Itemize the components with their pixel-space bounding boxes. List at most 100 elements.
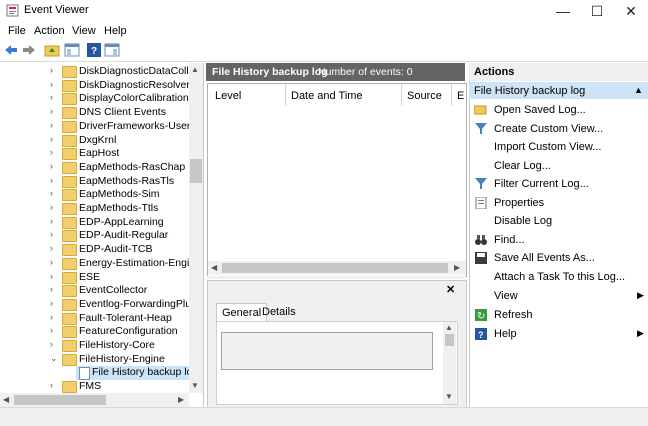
- scroll-right-icon[interactable]: ▶: [178, 395, 184, 404]
- chevron-right-icon[interactable]: ›: [50, 175, 53, 185]
- tree-horizontal-scrollbar[interactable]: ◀ ▶: [0, 393, 189, 407]
- minimize-button[interactable]: —: [546, 0, 580, 22]
- grid-horizontal-scrollbar[interactable]: ◀ ▶: [208, 261, 466, 275]
- chevron-right-icon[interactable]: ›: [50, 120, 53, 130]
- tree-vertical-scrollbar[interactable]: ▲ ▼: [189, 63, 203, 393]
- chevron-right-icon[interactable]: ›: [50, 339, 53, 349]
- actions-section-header[interactable]: File History backup log ▲: [469, 82, 648, 99]
- action-item[interactable]: ↻ Refresh: [469, 306, 648, 324]
- column-header-date-time[interactable]: Date and Time: [291, 90, 363, 102]
- tree-item[interactable]: › DxgKrnl: [0, 134, 190, 148]
- chevron-right-icon[interactable]: ›: [50, 257, 53, 267]
- scroll-up-icon[interactable]: ▲: [191, 65, 199, 74]
- scroll-left-icon[interactable]: ◀: [3, 395, 9, 404]
- tree-item[interactable]: › EapMethods-RasChap: [0, 161, 190, 175]
- detail-vertical-scrollbar[interactable]: ▲ ▼: [443, 322, 456, 404]
- scroll-left-icon[interactable]: ◀: [211, 263, 217, 272]
- chevron-right-icon[interactable]: ›: [50, 202, 53, 212]
- tree-item[interactable]: › EapMethods-Ttls: [0, 202, 190, 216]
- action-item[interactable]: Find...: [469, 231, 648, 249]
- close-detail-icon[interactable]: ✕: [446, 283, 455, 296]
- tree-item[interactable]: › Fault-Tolerant-Heap: [0, 312, 190, 326]
- chevron-right-icon[interactable]: ›: [50, 79, 53, 89]
- tree-item[interactable]: › EapMethods-Sim: [0, 188, 190, 202]
- chevron-down-icon[interactable]: ⌄: [50, 353, 58, 364]
- up-folder-icon[interactable]: [44, 42, 60, 58]
- forward-arrow-icon[interactable]: [21, 42, 37, 58]
- chevron-right-icon[interactable]: ›: [50, 298, 53, 308]
- detail-scroll-thumb[interactable]: [445, 334, 454, 346]
- chevron-right-icon[interactable]: ›: [50, 92, 53, 102]
- tree-item[interactable]: › Eventlog-ForwardingPlugin: [0, 298, 190, 312]
- action-item[interactable]: Create Custom View...: [469, 120, 648, 138]
- tree-item[interactable]: › EventCollector: [0, 284, 190, 298]
- column-header-level[interactable]: Level: [215, 90, 241, 102]
- tree-item-selected-log[interactable]: File History backup log: [76, 366, 190, 381]
- scroll-right-icon[interactable]: ▶: [454, 263, 460, 272]
- help-icon[interactable]: ?: [86, 42, 102, 58]
- action-item[interactable]: Properties: [469, 194, 648, 212]
- chevron-right-icon[interactable]: ›: [50, 161, 53, 171]
- chevron-right-icon[interactable]: ›: [50, 65, 53, 75]
- column-header-source[interactable]: Source: [407, 90, 442, 102]
- pane-splitter[interactable]: [207, 276, 465, 279]
- tree-item[interactable]: ⌄ FileHistory-Engine: [0, 353, 190, 367]
- chevron-right-icon[interactable]: ›: [50, 380, 53, 390]
- column-header-event-id[interactable]: E: [457, 90, 464, 102]
- scroll-down-icon[interactable]: ▼: [191, 381, 199, 390]
- chevron-right-icon[interactable]: ›: [50, 216, 53, 226]
- collapse-up-icon[interactable]: ▲: [634, 85, 643, 95]
- tree-item[interactable]: › DisplayColorCalibration: [0, 92, 190, 106]
- scroll-down-icon[interactable]: ▼: [445, 392, 453, 401]
- action-item[interactable]: Import Custom View...: [469, 138, 648, 156]
- action-item[interactable]: ? Help ▶: [469, 325, 648, 343]
- show-hide-action-pane-icon[interactable]: [104, 42, 120, 58]
- action-item[interactable]: Open Saved Log...: [469, 101, 648, 119]
- menu-view[interactable]: View: [72, 25, 96, 37]
- tree-item[interactable]: › EapHost: [0, 147, 190, 161]
- chevron-right-icon[interactable]: ›: [50, 243, 53, 253]
- menu-file[interactable]: File: [8, 25, 26, 37]
- tab-details[interactable]: Details: [257, 303, 301, 321]
- chevron-right-icon[interactable]: ›: [50, 188, 53, 198]
- tree-item[interactable]: › DriverFrameworks-UserMod: [0, 120, 190, 134]
- maximize-button[interactable]: ☐: [580, 0, 614, 22]
- action-item[interactable]: View ▶: [469, 287, 648, 305]
- tree-item[interactable]: › Energy-Estimation-Engine: [0, 257, 190, 271]
- tree-item[interactable]: › FeatureConfiguration: [0, 325, 190, 339]
- menu-help[interactable]: Help: [104, 25, 127, 37]
- action-item[interactable]: Clear Log...: [469, 157, 648, 175]
- chevron-right-icon[interactable]: ›: [50, 147, 53, 157]
- tree-item[interactable]: › DNS Client Events: [0, 106, 190, 120]
- tree-item[interactable]: › DiskDiagnosticDataCollecto: [0, 65, 190, 79]
- chevron-right-icon[interactable]: ›: [50, 134, 53, 144]
- menu-action[interactable]: Action: [34, 25, 65, 37]
- chevron-right-icon[interactable]: ›: [50, 229, 53, 239]
- tree-item[interactable]: › DiskDiagnosticResolver: [0, 79, 190, 93]
- column-divider[interactable]: [401, 84, 402, 106]
- chevron-right-icon[interactable]: ›: [50, 106, 53, 116]
- show-hide-tree-icon[interactable]: [64, 42, 80, 58]
- action-item[interactable]: Attach a Task To this Log...: [469, 268, 648, 286]
- chevron-right-icon[interactable]: ›: [50, 325, 53, 335]
- tree-item[interactable]: › EapMethods-RasTls: [0, 175, 190, 189]
- column-divider[interactable]: [451, 84, 452, 106]
- action-item[interactable]: Filter Current Log...: [469, 175, 648, 193]
- tree-item[interactable]: › ESE: [0, 271, 190, 285]
- tree-item[interactable]: › EDP-Audit-Regular: [0, 229, 190, 243]
- action-item[interactable]: Save All Events As...: [469, 249, 648, 267]
- action-item[interactable]: Disable Log: [469, 212, 648, 230]
- back-arrow-icon[interactable]: [3, 42, 19, 58]
- tree-vertical-scroll-thumb[interactable]: [190, 159, 202, 183]
- tree-item[interactable]: › EDP-AppLearning: [0, 216, 190, 230]
- tree-item[interactable]: › EDP-Audit-TCB: [0, 243, 190, 257]
- grid-horizontal-scroll-thumb[interactable]: [222, 263, 448, 273]
- tree-item[interactable]: › FileHistory-Core: [0, 339, 190, 353]
- tree-horizontal-scroll-thumb[interactable]: [14, 395, 106, 405]
- close-window-button[interactable]: ✕: [614, 0, 648, 22]
- scroll-up-icon[interactable]: ▲: [445, 323, 453, 332]
- column-divider[interactable]: [285, 84, 286, 106]
- chevron-right-icon[interactable]: ›: [50, 284, 53, 294]
- chevron-right-icon[interactable]: ›: [50, 312, 53, 322]
- chevron-right-icon[interactable]: ›: [50, 271, 53, 281]
